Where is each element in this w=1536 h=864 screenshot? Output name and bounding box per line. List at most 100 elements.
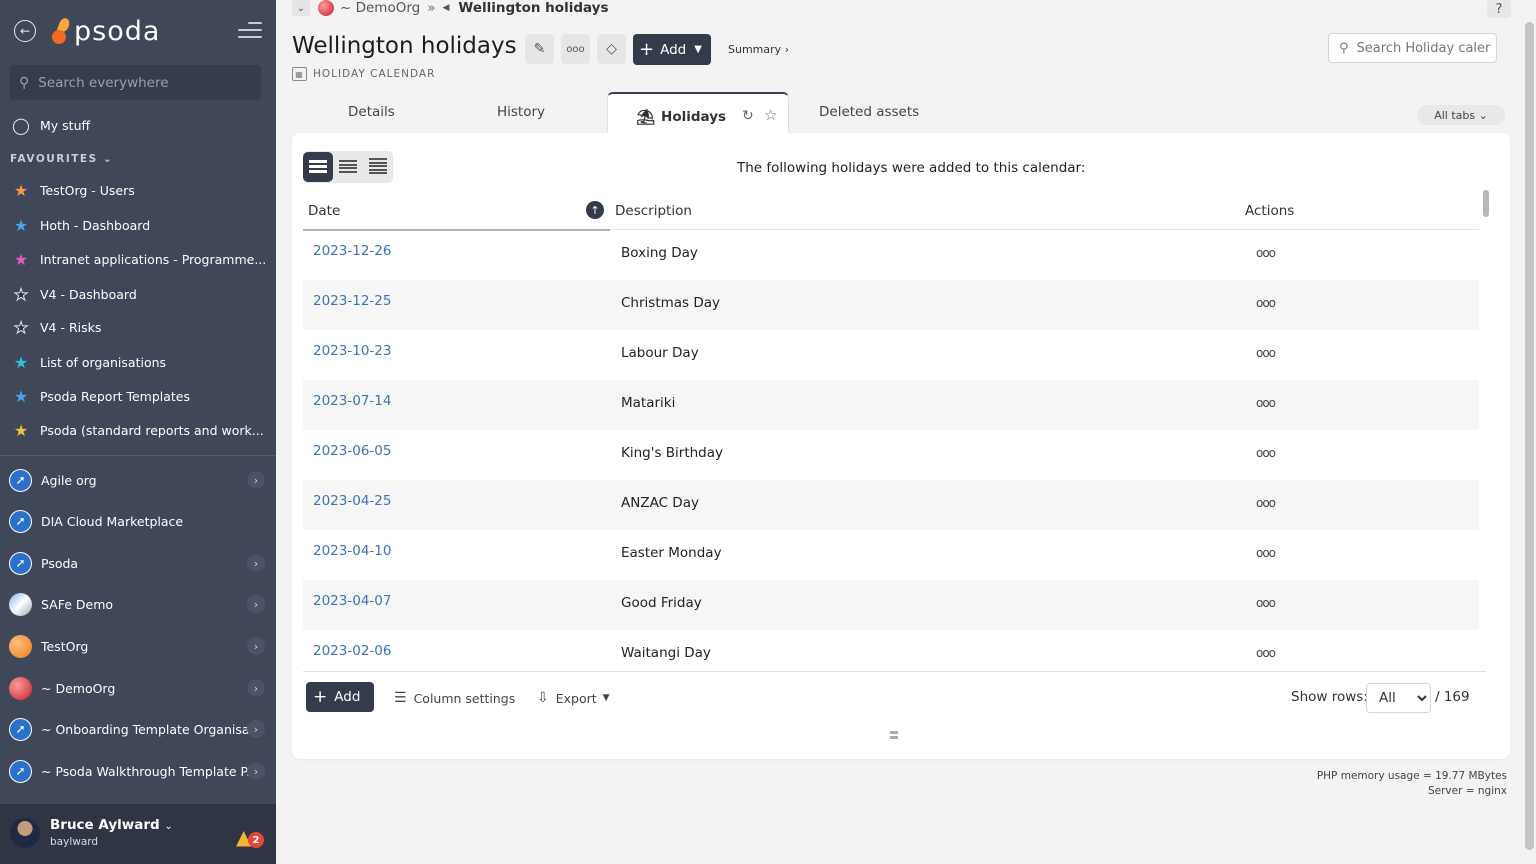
holiday-date-link[interactable]: 2023-02-06 [313, 643, 391, 659]
favourite-item[interactable]: ★ List of organisations [10, 350, 166, 374]
favourite-label: List of organisations [40, 354, 167, 370]
holiday-calendar-search-input[interactable] [1356, 40, 1496, 56]
chevron-right-icon[interactable]: › [247, 554, 265, 572]
favourites-heading[interactable]: FAVOURITES ⌄ [10, 153, 113, 165]
holiday-calendar-search[interactable]: ⚲ [1328, 33, 1497, 63]
row-actions-icon[interactable]: ooo [1256, 546, 1276, 560]
favourite-item[interactable]: ★ Hoth - Dashboard [10, 213, 150, 237]
org-item-walkthrough[interactable]: ➚ ~ Psoda Walkthrough Template P... › [9, 757, 269, 785]
table-row: 2023-07-14 Matariki ooo [303, 380, 1479, 430]
all-tabs-dropdown[interactable]: All tabs ⌄ [1417, 105, 1505, 125]
table-scrollbar[interactable] [1483, 190, 1489, 217]
calendar-icon: ▦ [292, 67, 307, 81]
tag-button[interactable]: ◇ [597, 34, 626, 64]
collapse-menu-icon[interactable] [238, 22, 262, 40]
global-search[interactable]: ⚲ [10, 65, 261, 100]
chevron-right-icon[interactable]: › [247, 637, 265, 655]
chevron-down-icon[interactable]: ⌄ [292, 0, 310, 16]
favourite-item[interactable]: ★ Psoda (standard reports and work... [10, 418, 264, 442]
page-scrollbar[interactable] [1525, 22, 1534, 850]
export-button[interactable]: ⇩ Export ▼ [537, 690, 610, 706]
favourite-item[interactable]: ★ V4 - Risks [10, 315, 101, 339]
holiday-date-link[interactable]: 2023-07-14 [313, 393, 391, 409]
global-search-input[interactable] [38, 74, 249, 91]
favourite-item[interactable]: ★ TestOrg - Users [10, 178, 135, 202]
favourite-item[interactable]: ★ V4 - Dashboard [10, 282, 136, 306]
chevron-right-icon[interactable]: › [247, 720, 265, 738]
star-outline-icon[interactable]: ☆ [764, 106, 777, 124]
column-settings-button[interactable]: ☰ Column settings [394, 690, 515, 706]
row-actions-icon[interactable]: ooo [1256, 496, 1276, 510]
star-icon: ★ [13, 284, 29, 304]
holiday-table-body: 2023-12-26 Boxing Day ooo 2023-12-25 Christ… [303, 230, 1479, 671]
add-holiday-button[interactable]: + Add [306, 682, 374, 712]
favourite-item[interactable]: ★ Intranet applications - Programme... [10, 247, 266, 271]
summary-link[interactable]: Summary › [728, 43, 789, 56]
org-item-psoda[interactable]: ➚ Psoda › [9, 549, 269, 577]
row-actions-icon[interactable]: ooo [1256, 396, 1276, 410]
export-label: Export [555, 690, 597, 706]
column-header-date[interactable]: Date [308, 203, 340, 219]
org-item-testorg[interactable]: TestOrg › [9, 632, 269, 660]
chevron-right-icon[interactable]: › [247, 679, 265, 697]
holiday-description: Boxing Day [621, 245, 698, 261]
view-dense-button[interactable] [363, 152, 393, 182]
show-rows-select[interactable]: All [1366, 683, 1431, 713]
favourite-item[interactable]: ★ Psoda Report Templates [10, 384, 190, 408]
holiday-date-link[interactable]: 2023-04-10 [313, 543, 391, 559]
column-header-description[interactable]: Description [615, 203, 692, 219]
edit-button[interactable]: ✎ [525, 34, 554, 64]
holiday-description: Matariki [621, 395, 676, 411]
star-icon: ★ [13, 420, 29, 440]
org-item-agile-org[interactable]: ➚ Agile org › [9, 466, 269, 494]
row-actions-icon[interactable]: ooo [1256, 346, 1276, 360]
chevron-right-icon[interactable]: › [247, 471, 265, 489]
row-actions-icon[interactable]: ooo [1256, 296, 1276, 310]
holiday-date-link[interactable]: 2023-04-07 [313, 593, 391, 609]
add-dropdown-button[interactable]: + Add ▼ [633, 34, 711, 65]
refresh-icon[interactable]: ↻ [742, 108, 754, 124]
tab-history[interactable]: History [497, 104, 545, 120]
row-actions-icon[interactable]: ooo [1256, 446, 1276, 460]
tab-details[interactable]: Details [348, 104, 395, 120]
caret-left-icon[interactable]: ◀ [443, 3, 450, 13]
psoda-logo[interactable]: psoda [52, 14, 160, 48]
tab-holidays[interactable]: ⛱ Holidays ↻ ☆ [607, 92, 789, 134]
tab-holidays-label: Holidays [661, 109, 727, 125]
more-button[interactable]: ooo [561, 34, 590, 64]
help-button[interactable]: ? [1487, 0, 1511, 18]
sort-ascending-icon[interactable]: ↑ [586, 201, 604, 219]
holiday-date-link[interactable]: 2023-04-25 [313, 493, 391, 509]
org-item-demoorg[interactable]: ~ DemoOrg › [9, 674, 269, 702]
show-rows-label: Show rows: [1291, 689, 1368, 705]
row-actions-icon[interactable]: ooo [1256, 646, 1276, 660]
user-name-label: Bruce Aylward [50, 817, 160, 833]
org-item-onboarding[interactable]: ➚ ~ Onboarding Template Organisa... › [9, 715, 269, 743]
resize-grip-icon[interactable]: 〓 [889, 727, 899, 742]
holiday-date-link[interactable]: 2023-06-05 [313, 443, 391, 459]
back-arrow-icon[interactable]: ← [14, 20, 36, 42]
tab-deleted-assets[interactable]: Deleted assets [819, 104, 919, 120]
user-panel[interactable]: Bruce Aylward ⌄ baylward ▲ [0, 804, 276, 864]
avatar[interactable] [10, 818, 40, 848]
org-item-dia-cloud[interactable]: ➚ DIA Cloud Marketplace [9, 507, 269, 535]
org-item-safe-demo[interactable]: SAFe Demo › [9, 590, 269, 618]
my-stuff-label: My stuff [40, 117, 91, 133]
add-holiday-label: Add [334, 689, 361, 705]
row-actions-icon[interactable]: ooo [1256, 596, 1276, 610]
view-comfortable-button[interactable] [303, 152, 333, 182]
user-name[interactable]: Bruce Aylward ⌄ [50, 817, 173, 833]
table-row: 2023-10-23 Labour Day ooo [303, 330, 1479, 380]
chevron-right-icon[interactable]: › [247, 595, 265, 613]
holiday-date-link[interactable]: 2023-10-23 [313, 343, 391, 359]
my-stuff-link[interactable]: ◯ My stuff [10, 113, 90, 137]
view-compact-button[interactable] [333, 152, 363, 182]
holiday-date-link[interactable]: 2023-12-25 [313, 293, 391, 309]
plus-icon: + [313, 686, 328, 707]
favourite-label: V4 - Risks [40, 319, 102, 335]
table-row: 2023-04-10 Easter Monday ooo [303, 530, 1479, 580]
row-actions-icon[interactable]: ooo [1256, 246, 1276, 260]
chevron-right-icon[interactable]: › [247, 762, 265, 780]
breadcrumb-org[interactable]: ~ DemoOrg [340, 0, 420, 16]
holiday-date-link[interactable]: 2023-12-26 [313, 243, 391, 259]
